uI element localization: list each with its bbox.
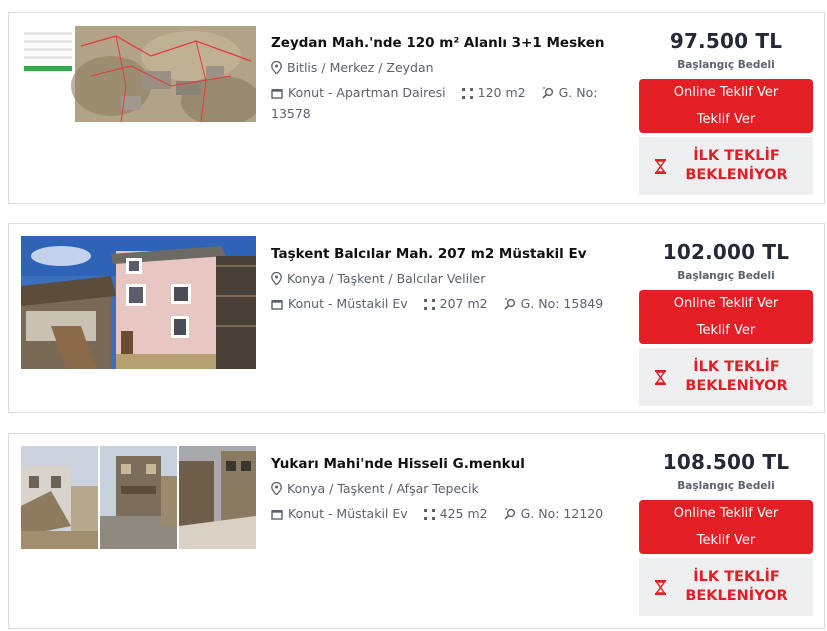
- listing-area: 425 m2: [439, 506, 488, 521]
- awaiting-first-bid-status: İLK TEKLİF BEKLENİYOR: [639, 137, 813, 195]
- online-bid-button[interactable]: Online Teklif Ver: [639, 500, 813, 527]
- bid-button[interactable]: Teklif Ver: [639, 317, 813, 344]
- listing-location: Konya / Taşkent / Afşar Tepecik: [287, 481, 479, 496]
- map-pin-icon: [271, 481, 282, 501]
- listing-area: 207 m2: [439, 296, 488, 311]
- listing-title[interactable]: Yukarı Mahi'nde Hisseli G.menkul: [271, 456, 606, 472]
- hourglass-icon: [655, 580, 666, 600]
- listing-list: Zeydan Mah.'nde 120 m² Alanlı 3+1 Mesken…: [0, 0, 827, 631]
- map-pin-icon: [271, 60, 282, 80]
- listing-gno: G. No: 15849: [520, 296, 604, 311]
- listing-title[interactable]: Zeydan Mah.'nde 120 m² Alanlı 3+1 Mesken: [271, 35, 606, 51]
- price: 97.500 TL: [669, 29, 783, 53]
- online-bid-button[interactable]: Online Teklif Ver: [639, 290, 813, 317]
- listing-gno: G. No:: [558, 85, 598, 100]
- listing-thumbnail[interactable]: [21, 26, 256, 122]
- listing-thumbnail[interactable]: [21, 236, 256, 369]
- price: 108.500 TL: [662, 450, 790, 474]
- awaiting-first-bid-status: İLK TEKLİF BEKLENİYOR: [639, 558, 813, 616]
- building-icon: [271, 506, 283, 526]
- area-dots-icon: [423, 506, 435, 526]
- parcel-search-icon: [504, 506, 516, 526]
- parcel-search-icon: [504, 296, 516, 316]
- online-bid-button[interactable]: Online Teklif Ver: [639, 79, 813, 106]
- price-label: Başlangıç Bedeli: [677, 480, 775, 492]
- listing-card[interactable]: Zeydan Mah.'nde 120 m² Alanlı 3+1 Mesken…: [8, 12, 825, 204]
- parcel-search-icon: [542, 85, 554, 105]
- status-text: İLK TEKLİF BEKLENİYOR: [685, 148, 788, 183]
- listing-area: 120 m2: [477, 85, 526, 100]
- listing-location: Konya / Taşkent / Balcılar Veliler: [287, 271, 486, 286]
- status-text: İLK TEKLİF BEKLENİYOR: [685, 359, 788, 394]
- listing-type: Konut - Müstakil Ev: [288, 296, 408, 311]
- awaiting-first-bid-status: İLK TEKLİF BEKLENİYOR: [639, 348, 813, 406]
- map-pin-icon: [271, 271, 282, 291]
- listing-thumbnail[interactable]: [21, 446, 256, 549]
- price: 102.000 TL: [662, 240, 790, 264]
- listing-title[interactable]: Taşkent Balcılar Mah. 207 m2 Müstakil Ev: [271, 246, 606, 262]
- price-label: Başlangıç Bedeli: [677, 270, 775, 282]
- area-dots-icon: [461, 85, 473, 105]
- listing-location: Bitlis / Merkez / Zeydan: [287, 60, 434, 75]
- building-icon: [271, 85, 283, 105]
- hourglass-icon: [655, 159, 666, 179]
- building-icon: [271, 296, 283, 316]
- status-text: İLK TEKLİF BEKLENİYOR: [685, 569, 788, 604]
- bid-button[interactable]: Teklif Ver: [639, 106, 813, 133]
- listing-gno-value: 13578: [271, 106, 311, 121]
- price-label: Başlangıç Bedeli: [677, 59, 775, 71]
- listing-type: Konut - Apartman Dairesi: [288, 85, 446, 100]
- listing-gno: G. No: 12120: [520, 506, 604, 521]
- area-dots-icon: [423, 296, 435, 316]
- bid-button[interactable]: Teklif Ver: [639, 527, 813, 554]
- listing-card[interactable]: Yukarı Mahi'nde Hisseli G.menkul Konya /…: [8, 433, 825, 629]
- hourglass-icon: [655, 370, 666, 390]
- listing-card[interactable]: Taşkent Balcılar Mah. 207 m2 Müstakil Ev…: [8, 223, 825, 413]
- listing-type: Konut - Müstakil Ev: [288, 506, 408, 521]
